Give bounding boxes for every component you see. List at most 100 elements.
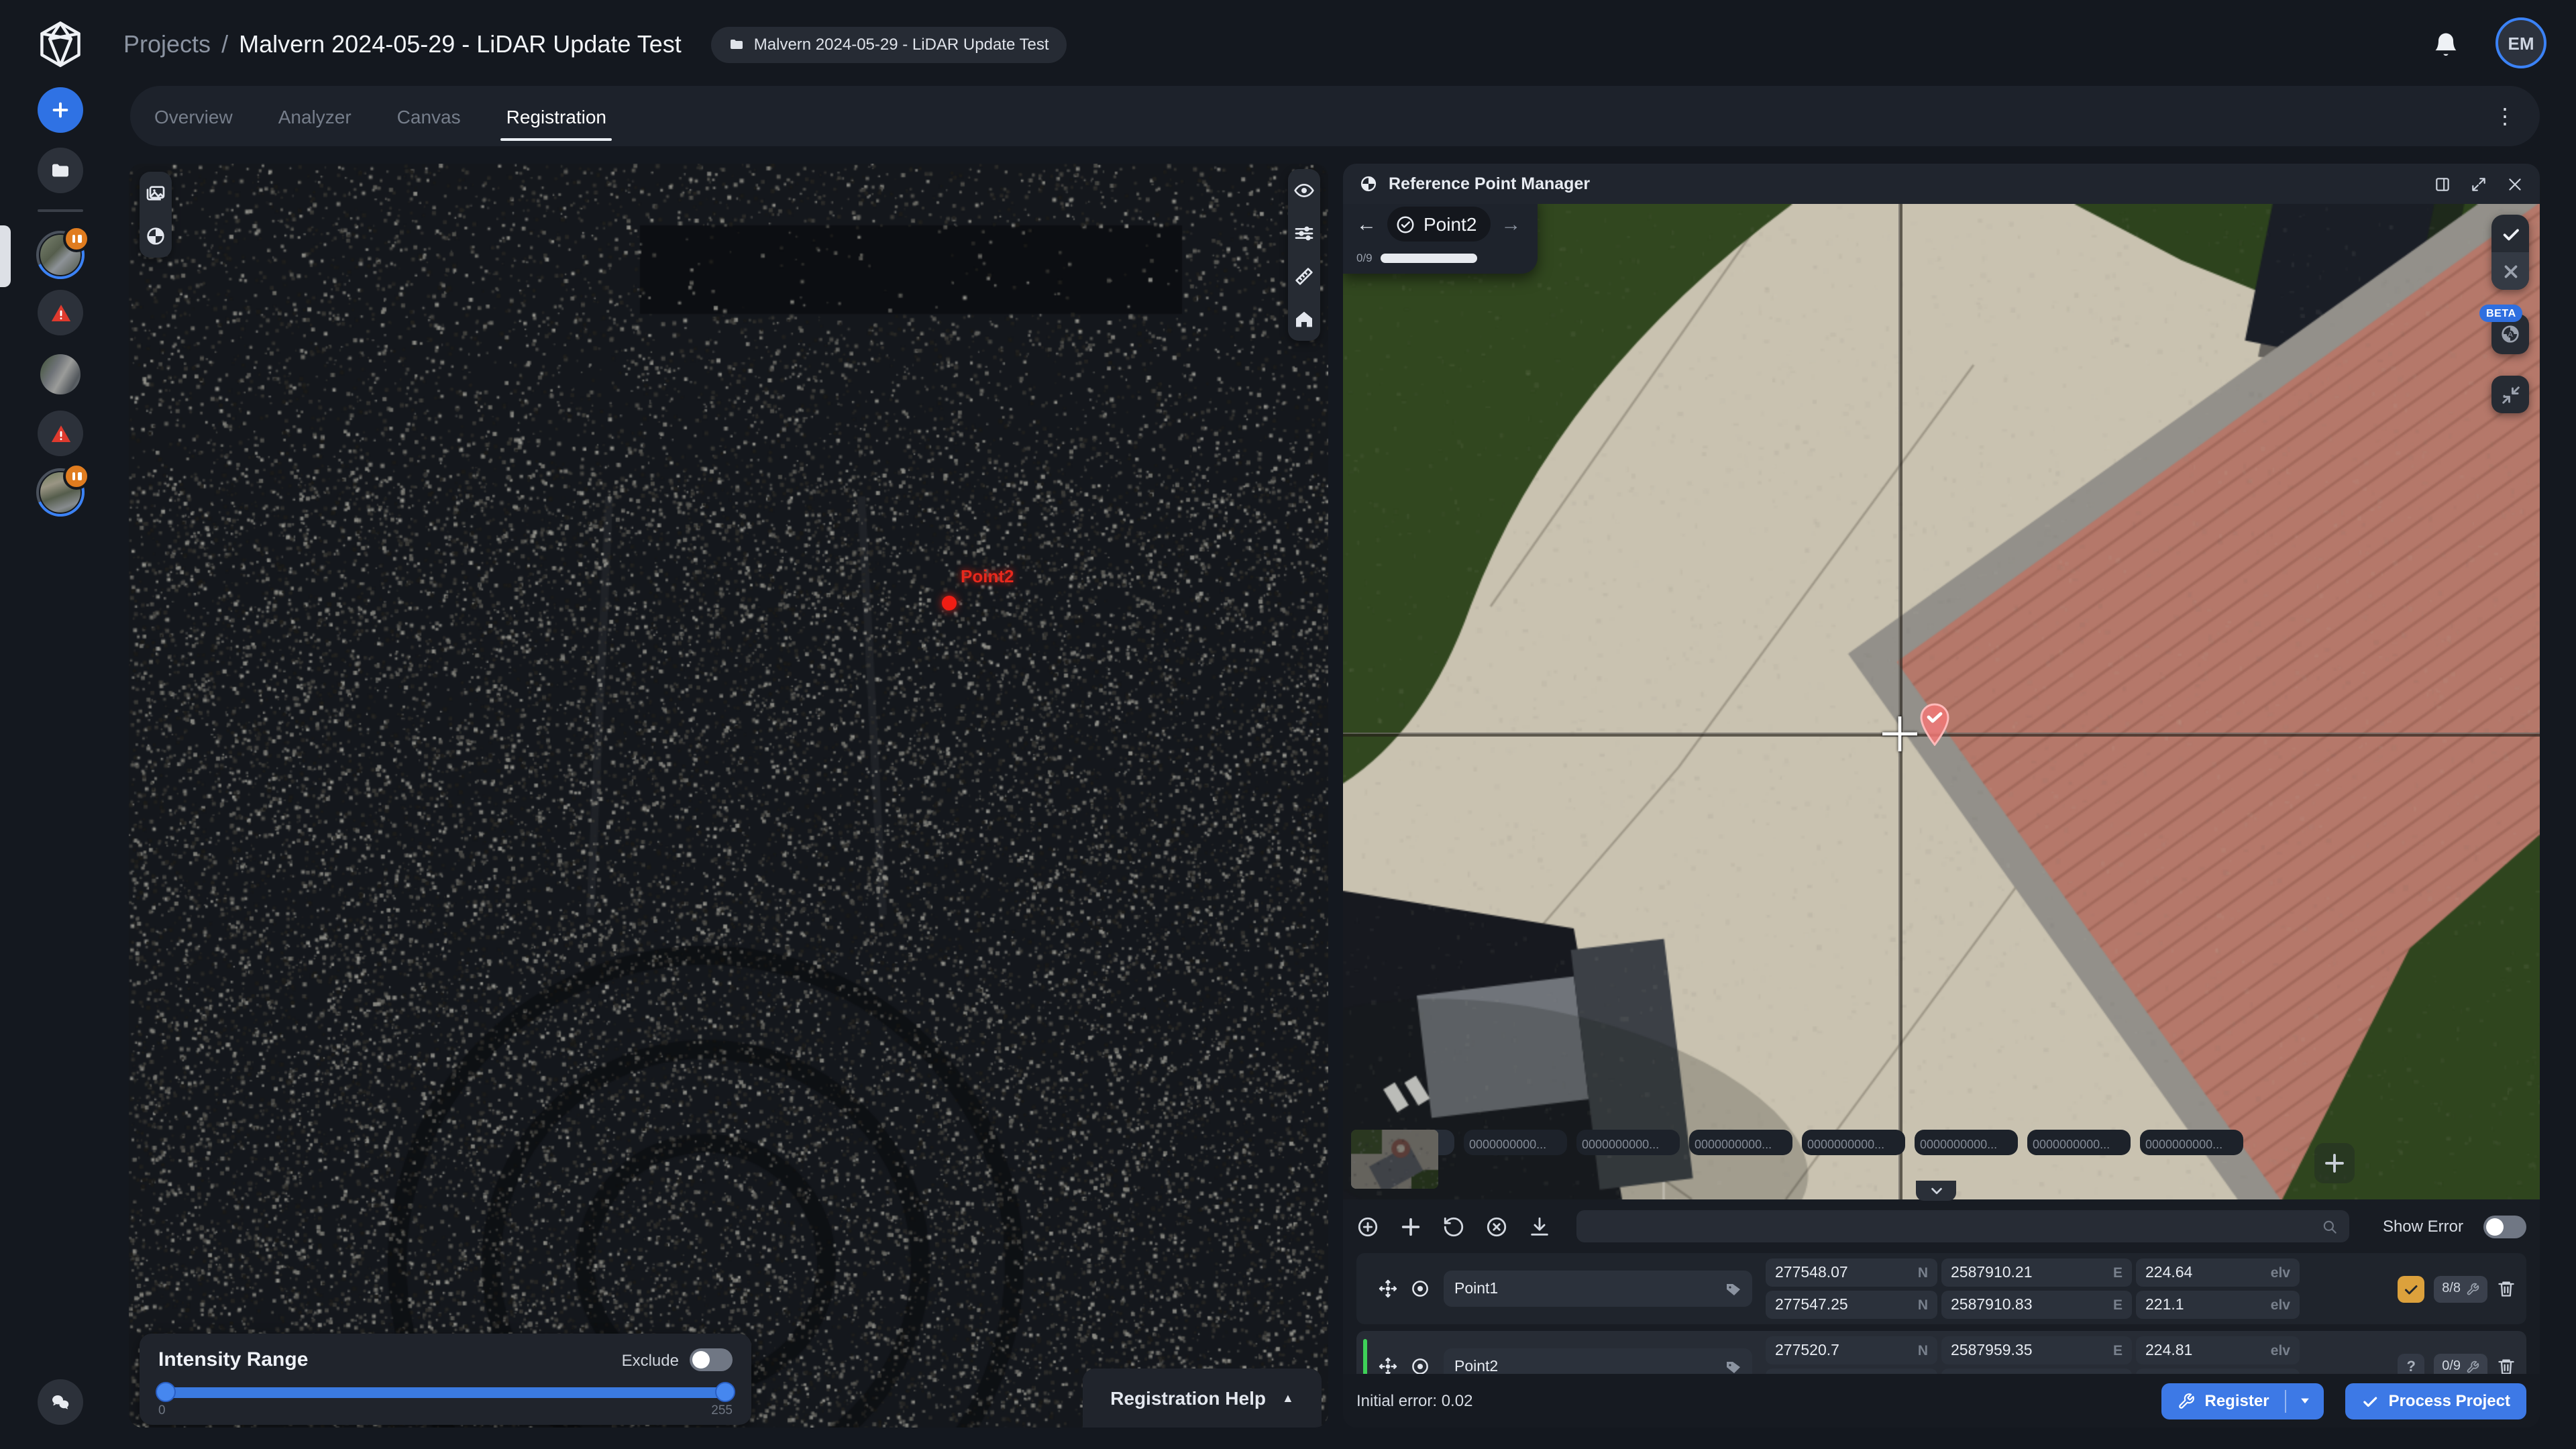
coord-field-elv[interactable]: 224.64elv <box>2136 1258 2300 1287</box>
image-thumbnail[interactable]: 0000000000... <box>2140 1130 2243 1155</box>
register-split-button[interactable]: Register <box>2162 1383 2324 1419</box>
tabbar-menu-kebab-icon[interactable]: ⋮ <box>2494 86 2516 146</box>
add-image-button[interactable] <box>2314 1143 2355 1183</box>
display-settings-button[interactable] <box>1288 219 1320 248</box>
tab-registration[interactable]: Registration <box>504 97 609 135</box>
coord-field-elv[interactable]: 224.81elv <box>2136 1336 2300 1364</box>
coord-field-n[interactable]: 277547.25N <box>1766 1291 1937 1319</box>
plus-circle-icon <box>1356 1215 1379 1238</box>
point-cloud-canvas[interactable] <box>129 164 1328 1428</box>
chevron-up-icon: ▲ <box>1282 1391 1294 1405</box>
app-logo-icon[interactable] <box>35 19 86 70</box>
chevron-down-icon <box>2299 1394 2312 1407</box>
auto-detect-beta-button[interactable]: BETA A <box>2491 314 2529 354</box>
notifications-bell-icon[interactable] <box>2431 30 2461 59</box>
add-point-button[interactable] <box>1356 1215 1379 1238</box>
intensity-range-slider[interactable] <box>158 1387 733 1398</box>
exclude-toggle[interactable] <box>690 1348 733 1371</box>
main-tabbar: Overview Analyzer Canvas Registration ⋮ <box>130 86 2540 146</box>
projects-folder-button[interactable] <box>38 148 83 193</box>
collapse-thumbnails-button[interactable] <box>1916 1181 1956 1201</box>
coord-field-elv[interactable]: 221.1elv <box>2136 1291 2300 1319</box>
fit-view-button[interactable] <box>2491 376 2529 413</box>
aerial-image-viewport[interactable]: ← Point2 → 0/9 BETA A <box>1343 204 2540 1199</box>
thumbnail-label: 0000000000... <box>2031 1134 2127 1152</box>
sidebar-project-thumb-3[interactable] <box>36 468 85 517</box>
current-point-name: Point2 <box>1424 213 1477 235</box>
point-name-input[interactable]: Point1 <box>1444 1271 1752 1307</box>
clear-points-button[interactable] <box>1485 1215 1508 1238</box>
locate-point-button[interactable] <box>1378 1279 1398 1299</box>
rpm-toolbar: Show Error <box>1343 1208 2540 1245</box>
imagery-toggle-button[interactable] <box>140 178 172 208</box>
viewport-layer-tools <box>140 172 172 258</box>
chat-support-button[interactable] <box>38 1379 83 1425</box>
sidebar-project-thumb-1[interactable] <box>36 231 85 279</box>
capture-point-button[interactable] <box>1410 1279 1430 1299</box>
tab-overview[interactable]: Overview <box>152 97 235 135</box>
undo-button[interactable] <box>1442 1215 1465 1238</box>
wrench-icon <box>2466 1282 2479 1295</box>
point-image-count-chip[interactable]: 8/8 <box>2434 1275 2487 1302</box>
breadcrumb-projects-link[interactable]: Projects <box>123 30 211 58</box>
process-project-label: Process Project <box>2389 1391 2510 1410</box>
user-avatar[interactable]: EM <box>2496 17 2546 68</box>
registration-help-button[interactable]: Registration Help ▲ <box>1083 1368 1322 1428</box>
trash-icon <box>2497 1279 2516 1299</box>
eye-icon <box>1293 180 1315 201</box>
image-thumbnail[interactable]: 0000000000... <box>1802 1130 1905 1155</box>
confirm-point-button[interactable] <box>2491 215 2529 252</box>
tab-canvas[interactable]: Canvas <box>394 97 464 135</box>
new-point-button[interactable] <box>1399 1215 1422 1238</box>
export-points-button[interactable] <box>1528 1215 1551 1238</box>
sidebar-alert-item-2[interactable] <box>38 411 83 456</box>
crosshair-cursor-icon <box>1880 714 1920 754</box>
add-project-button[interactable] <box>38 87 83 133</box>
sidebar-drawer-handle[interactable] <box>0 225 11 287</box>
point-search-box[interactable] <box>1576 1210 2349 1242</box>
point2-cloud-marker[interactable] <box>942 596 957 610</box>
previous-point-button[interactable]: ← <box>1356 213 1377 235</box>
chat-bubbles-icon <box>50 1391 71 1413</box>
rpm-header: Reference Point Manager <box>1343 164 2540 204</box>
image-thumbnail[interactable]: 0000000000... <box>1689 1130 1792 1155</box>
register-options-dropdown[interactable] <box>2287 1394 2324 1407</box>
thumbnail-label: 0000000000... <box>1468 1134 1563 1152</box>
project-badge[interactable]: Malvern 2024-05-29 - LiDAR Update Test <box>711 26 1067 62</box>
delete-point-button[interactable] <box>2497 1279 2516 1299</box>
tab-analyzer[interactable]: Analyzer <box>276 97 354 135</box>
show-error-toggle[interactable] <box>2483 1215 2526 1238</box>
point-approved-badge[interactable] <box>2398 1275 2424 1302</box>
sidebar-project-thumb-2[interactable] <box>36 350 85 398</box>
slider-handle-min[interactable] <box>156 1382 176 1402</box>
reference-points-toggle-button[interactable] <box>140 221 172 251</box>
point-search-input[interactable] <box>1587 1217 2321 1236</box>
coord-field-e[interactable]: 2587959.35E <box>1941 1336 2132 1364</box>
point-cloud-viewport[interactable]: Point2 Intensity Range Exclude 0 255 Reg… <box>129 164 1328 1428</box>
app-window: Projects / Malvern 2024-05-29 - LiDAR Up… <box>0 0 2576 1449</box>
next-point-button[interactable]: → <box>1501 213 1521 235</box>
aerial-canvas[interactable] <box>1343 204 2540 1199</box>
expand-panel-button[interactable] <box>2470 175 2487 193</box>
home-view-button[interactable] <box>1288 305 1320 334</box>
sidebar-alert-item-1[interactable] <box>38 290 83 335</box>
slider-handle-max[interactable] <box>715 1382 735 1402</box>
reject-point-button[interactable] <box>2491 252 2529 290</box>
dock-panel-button[interactable] <box>2434 175 2451 193</box>
chevron-down-icon <box>1929 1183 1943 1198</box>
point2-pin-icon[interactable] <box>1919 703 1951 746</box>
coord-field-e[interactable]: 2587910.21E <box>1941 1258 2132 1287</box>
process-project-button[interactable]: Process Project <box>2346 1383 2526 1419</box>
coord-field-n[interactable]: 277548.07N <box>1766 1258 1937 1287</box>
image-thumbnail[interactable]: 0000000000... <box>2027 1130 2131 1155</box>
current-point-badge[interactable]: Point2 <box>1387 207 1490 241</box>
coord-field-n[interactable]: 277520.7N <box>1766 1336 1937 1364</box>
coord-field-e[interactable]: 2587910.83E <box>1941 1291 2132 1319</box>
visibility-button[interactable] <box>1288 176 1320 205</box>
image-thumbnail[interactable]: 0000000000... <box>1576 1130 1680 1155</box>
image-thumbnail[interactable]: 0000000000... <box>1464 1130 1567 1155</box>
point-row-1[interactable]: Point1 277548.07N 2587910.21E 224.64elv … <box>1356 1253 2526 1324</box>
measure-button[interactable] <box>1288 262 1320 291</box>
close-panel-button[interactable] <box>2506 175 2524 193</box>
image-thumbnail[interactable]: 0000000000... <box>1915 1130 2018 1155</box>
